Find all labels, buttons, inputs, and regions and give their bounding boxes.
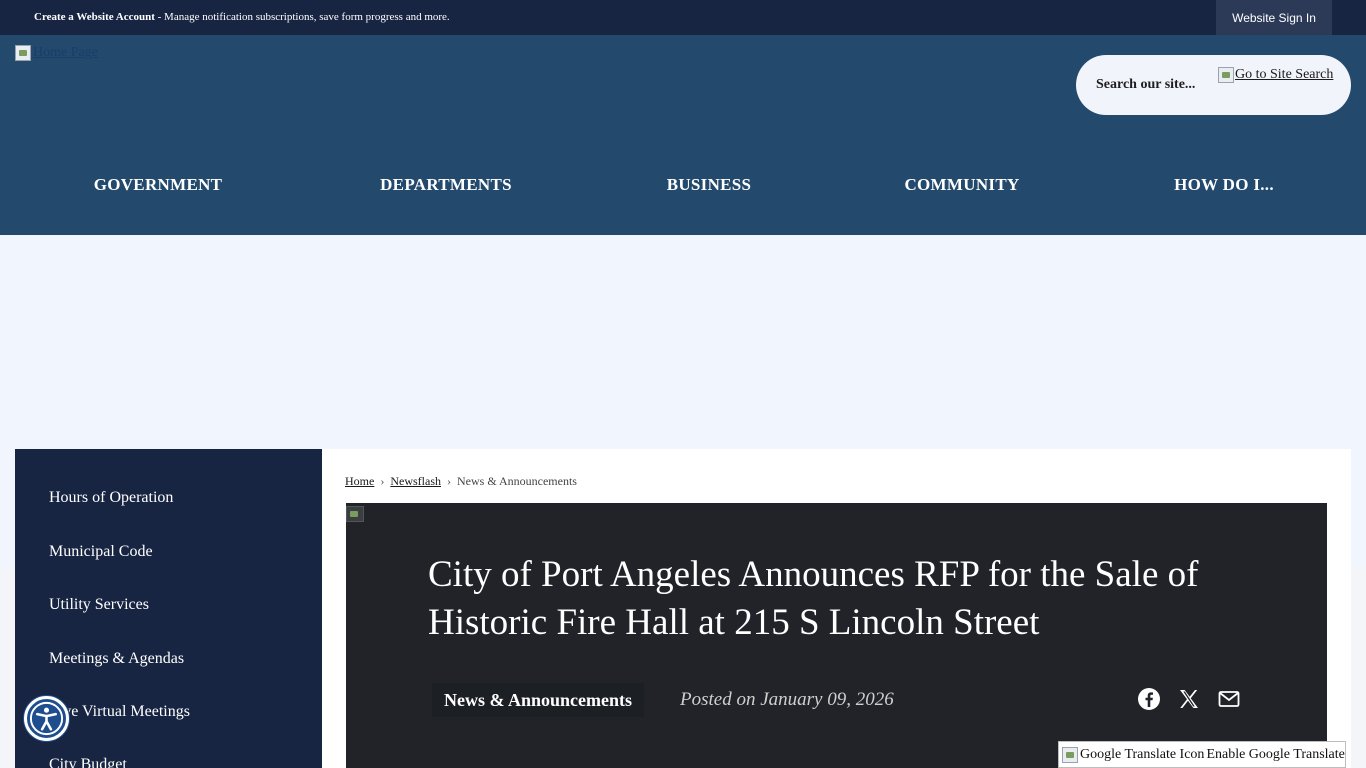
email-icon[interactable] [1217, 687, 1241, 711]
breadcrumb-current: News & Announcements [456, 474, 577, 488]
accessibility-button[interactable] [24, 696, 69, 741]
sidebar-item-utility-services[interactable]: Utility Services [49, 596, 149, 614]
go-to-site-search-button[interactable]: Go to Site Search [1218, 67, 1333, 83]
logo-alt-text: Home Page [33, 45, 98, 60]
sidebar-item-meetings-agendas[interactable]: Meetings & Agendas [49, 650, 184, 668]
top-bar: Create a Website Account - Manage notifi… [0, 0, 1366, 35]
nav-how-do-i[interactable]: HOW DO I... [1174, 175, 1274, 195]
breadcrumb: Home › Newsflash › News & Announcements [345, 474, 577, 489]
website-sign-in-button[interactable]: Website Sign In [1216, 0, 1332, 35]
facebook-icon[interactable] [1137, 687, 1161, 711]
breadcrumb-separator: › [380, 474, 385, 488]
article-image-icon [346, 506, 364, 522]
breadcrumb-newsflash[interactable]: Newsflash [390, 474, 441, 489]
google-translate-icon [1062, 746, 1078, 763]
google-translate-button[interactable]: Google Translate Icon Enable Google Tran… [1058, 741, 1346, 768]
site-header: Home Page Go to Site Search GOVERNMENT D… [0, 35, 1366, 235]
nav-business[interactable]: BUSINESS [667, 175, 752, 195]
google-translate-icon-alt: Google Translate Icon [1080, 746, 1205, 762]
sidebar-item-city-budget[interactable]: City Budget [49, 756, 127, 768]
home-page-logo-link[interactable]: Home Page [15, 45, 98, 61]
main-navigation: GOVERNMENT DEPARTMENTS BUSINESS COMMUNIT… [0, 175, 1366, 199]
article-title: City of Port Angeles Announces RFP for t… [428, 554, 1199, 643]
nav-community[interactable]: COMMUNITY [904, 175, 1019, 195]
breadcrumb-home[interactable]: Home [345, 474, 374, 489]
category-tag[interactable]: News & Announcements [432, 683, 645, 717]
breadcrumb-separator: › [446, 474, 451, 488]
sidebar-item-live-virtual-meetings[interactable]: Live Virtual Meetings [49, 703, 190, 721]
search-input[interactable] [1096, 77, 1216, 93]
broken-image-icon [15, 45, 31, 61]
search-icon [1218, 67, 1234, 83]
nav-departments[interactable]: DEPARTMENTS [380, 175, 512, 195]
article-hero: City of Port Angeles Announces RFP for t… [346, 503, 1327, 768]
create-account-label: Create a Website Account [34, 11, 155, 23]
create-account-description: - Manage notification subscriptions, sav… [154, 11, 450, 23]
sidebar-item-municipal-code[interactable]: Municipal Code [49, 543, 153, 561]
site-search: Go to Site Search [1076, 55, 1351, 115]
google-translate-label: Enable Google Translate [1206, 746, 1345, 762]
search-go-alt-text: Go to Site Search [1235, 67, 1334, 82]
accessibility-icon [29, 701, 64, 736]
posted-date: Posted on January 09, 2026 [680, 689, 894, 710]
nav-government[interactable]: GOVERNMENT [94, 175, 223, 195]
sidebar-item-hours-of-operation[interactable]: Hours of Operation [49, 489, 173, 507]
create-account-link[interactable]: Create a Website Account - Manage notifi… [34, 11, 450, 23]
main-content: Home › Newsflash › News & Announcements … [322, 449, 1351, 768]
x-icon[interactable] [1177, 687, 1201, 711]
